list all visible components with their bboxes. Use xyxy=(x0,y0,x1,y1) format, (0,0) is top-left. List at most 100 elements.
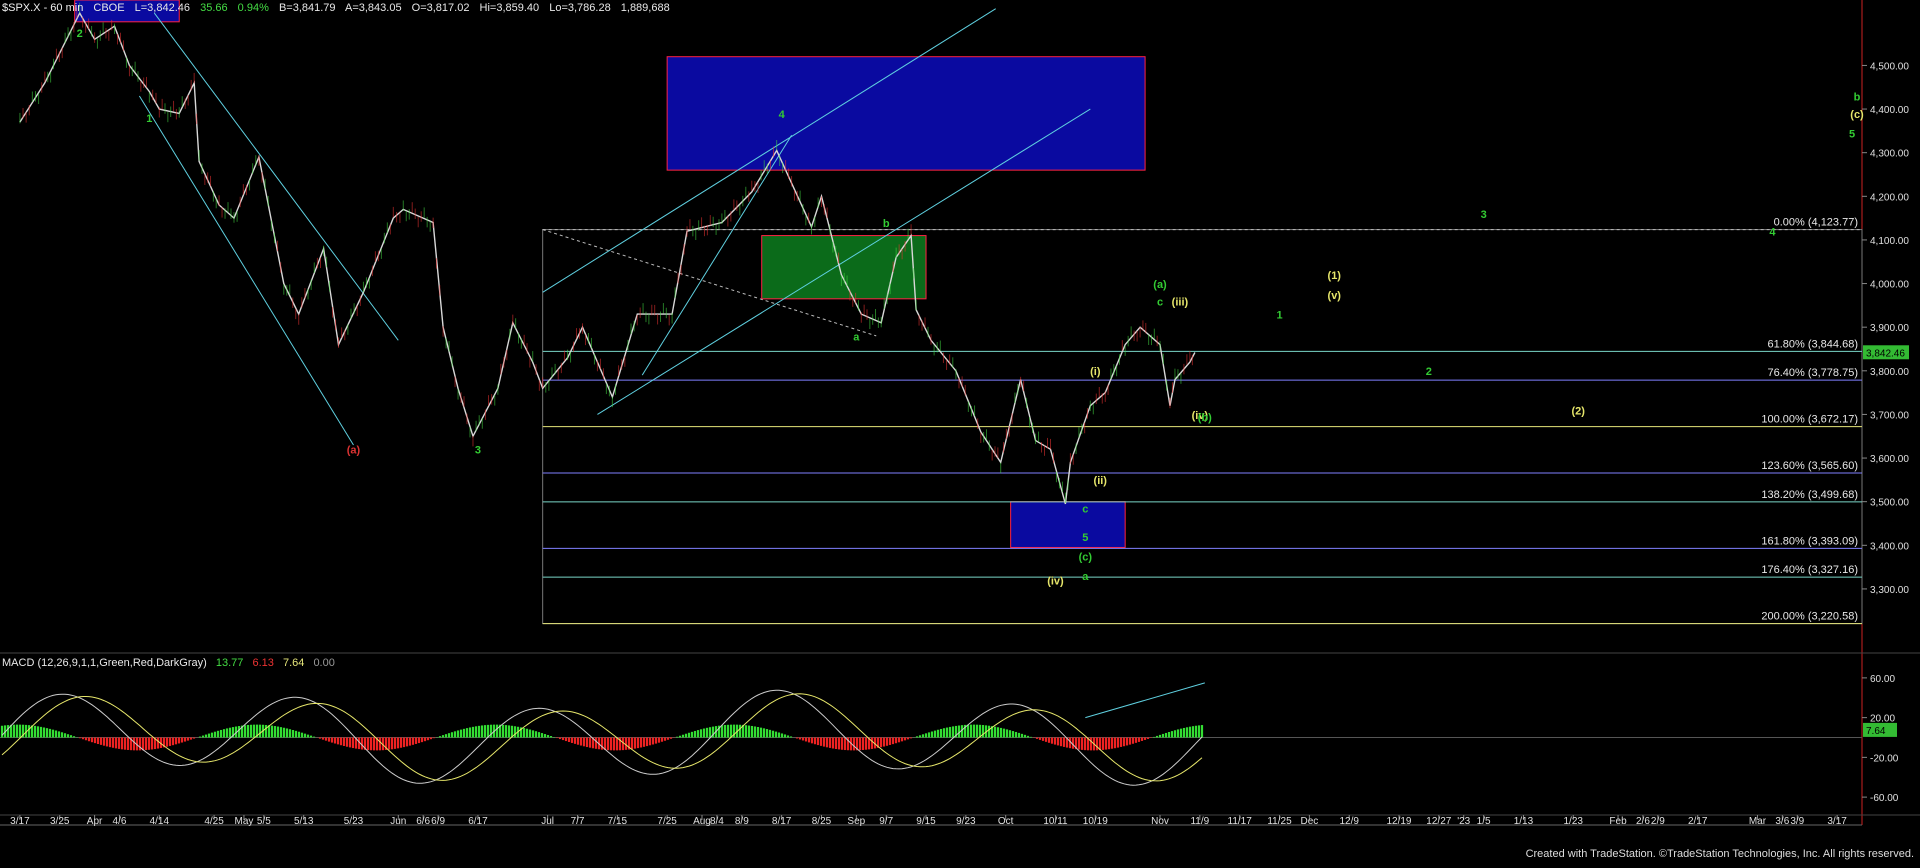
x-tick-label: Sep xyxy=(847,816,865,827)
volume-label: 1,889,688 xyxy=(620,2,670,14)
x-tick-label: 2/17 xyxy=(1688,816,1708,827)
wave-label: b xyxy=(883,218,890,230)
bid-label: B=3,841.79 xyxy=(278,2,336,14)
ask-label: A=3,843.05 xyxy=(344,2,402,14)
x-tick-label: 11/17 xyxy=(1228,816,1253,827)
wave-label: 1 xyxy=(1276,309,1282,321)
last-price-label: L=3,842.46 xyxy=(134,2,191,14)
wave-label: (ii) xyxy=(1094,475,1108,487)
x-tick-label: May xyxy=(234,816,253,827)
low-label: Lo=3,786.28 xyxy=(549,2,611,14)
y-tick-label: 3,500.00 xyxy=(1870,498,1909,509)
macd-value-3: 7.64 xyxy=(282,657,305,669)
fib-label: 0.00% (4,123.77) xyxy=(1774,217,1858,229)
wave-label: c xyxy=(1157,296,1163,308)
y-tick-label: 4,400.00 xyxy=(1870,105,1909,116)
macd-value-1: 13.77 xyxy=(215,657,244,669)
change-pct-label: 0.94% xyxy=(237,2,269,14)
x-tick-label: 8/17 xyxy=(772,816,792,827)
x-tick-label: 11/9 xyxy=(1190,816,1209,827)
x-tick-label: 7/25 xyxy=(657,816,677,827)
x-tick-label: 3/6 xyxy=(1775,816,1789,827)
wave-label: (iv) xyxy=(1047,576,1064,588)
price-chart[interactable]: 0.00% (4,123.77) 61.80% (3,844.68) 76.40% … xyxy=(0,0,1920,863)
x-tick-label: Jul xyxy=(541,816,554,827)
fib-label: 100.00% (3,672.17) xyxy=(1761,414,1858,426)
macd-value-4: 0.00 xyxy=(313,657,335,669)
x-tick-label: 3/17 xyxy=(10,816,30,827)
y-tick-label: 3,600.00 xyxy=(1870,454,1909,465)
macd-y-tick-label: -20.00 xyxy=(1870,753,1899,764)
wave-label: 3 xyxy=(1481,209,1487,221)
x-tick-label: 10/19 xyxy=(1083,816,1108,827)
x-tick-label: 8/25 xyxy=(812,816,832,827)
fib-label: 161.80% (3,393.09) xyxy=(1761,535,1858,547)
wave-label: (c) xyxy=(1079,552,1093,564)
y-tick-label: 4,300.00 xyxy=(1870,149,1909,160)
wave-label: 3 xyxy=(475,445,481,457)
y-tick-label: 3,300.00 xyxy=(1870,585,1909,596)
x-tick-label: 4/14 xyxy=(150,816,170,827)
x-tick-label: 11/25 xyxy=(1267,816,1292,827)
fib-label: 76.40% (3,778.75) xyxy=(1767,367,1858,379)
wave-label: 5 xyxy=(1849,128,1855,140)
x-tick-label: 3/25 xyxy=(50,816,70,827)
x-tick-label: 1/23 xyxy=(1564,816,1584,827)
x-tick-label: Aug xyxy=(693,816,711,827)
wave-label: (i) xyxy=(1090,366,1101,378)
high-label: Hi=3,859.40 xyxy=(479,2,540,14)
wave-label: (iii) xyxy=(1172,296,1189,308)
wave-label: 2 xyxy=(77,28,83,40)
x-tick-label: Dec xyxy=(1300,816,1318,827)
x-tick-label: 2/9 xyxy=(1651,816,1665,827)
x-tick-label: 12/27 xyxy=(1426,816,1451,827)
macd-y-tick-label: 60.00 xyxy=(1870,674,1895,685)
y-tick-label: 3,800.00 xyxy=(1870,367,1909,378)
lower-target-box xyxy=(1010,501,1126,548)
fib-label: 138.20% (3,499.68) xyxy=(1761,489,1858,501)
x-tick-label: 5/13 xyxy=(294,816,314,827)
x-tick-label: 3/17 xyxy=(1827,816,1847,827)
symbol-label[interactable]: $SPX.X - 60 min xyxy=(2,2,83,14)
x-tick-label: 3/9 xyxy=(1790,816,1804,827)
chart-root: 0.00% (4,123.77) 61.80% (3,844.68) 76.40% … xyxy=(0,0,1920,863)
x-tick-label: 6/6 xyxy=(416,816,430,827)
y-tick-label: 4,200.00 xyxy=(1870,192,1909,203)
y-tick-label: 3,400.00 xyxy=(1870,541,1909,552)
x-tick-label: '23 xyxy=(1457,816,1470,827)
wave-label: (1) xyxy=(1328,270,1342,282)
x-tick-label: 8/9 xyxy=(735,816,749,827)
wave-label: c xyxy=(1082,504,1088,516)
change-label: 35.66 xyxy=(200,2,228,14)
x-tick-label: Nov xyxy=(1151,816,1169,827)
x-tick-label: 4/25 xyxy=(204,816,224,827)
y-tick-label: 4,000.00 xyxy=(1870,280,1909,291)
x-tick-label: 4/6 xyxy=(113,816,127,827)
wave-label: a xyxy=(853,331,860,343)
macd-value-2: 6.13 xyxy=(252,657,274,669)
fib-label: 176.40% (3,327.16) xyxy=(1761,564,1858,576)
last-price-tag-label: 3,842.46 xyxy=(1866,348,1905,359)
exchange-label: CBOE xyxy=(93,2,125,14)
x-tick-label: Oct xyxy=(998,816,1014,827)
x-tick-label: Jun xyxy=(390,816,406,827)
x-tick-label: 8/4 xyxy=(710,816,724,827)
green-support-box xyxy=(761,235,927,300)
x-tick-label: 6/9 xyxy=(431,816,445,827)
wave-label: (a) xyxy=(347,445,361,457)
macd-label[interactable]: MACD (12,26,9,1,1,Green,Red,DarkGray) xyxy=(2,657,207,669)
wave-label: 2 xyxy=(1426,366,1432,378)
open-label: O=3,817.02 xyxy=(411,2,470,14)
fib-label: 123.60% (3,565.60) xyxy=(1761,460,1858,472)
macd-last-tag-label: 7.64 xyxy=(1866,726,1886,737)
y-tick-label: 3,700.00 xyxy=(1870,410,1909,421)
x-tick-label: 2/6 xyxy=(1636,816,1650,827)
x-tick-label: 9/23 xyxy=(956,816,976,827)
wave-label: a xyxy=(1082,571,1089,583)
wave-label: (b) xyxy=(1198,412,1212,424)
x-tick-label: 5/23 xyxy=(344,816,364,827)
y-tick-label: 4,100.00 xyxy=(1870,236,1909,247)
x-tick-label: Feb xyxy=(1609,816,1627,827)
symbol-header: $SPX.X - 60 min CBOE L=3,842.46 35.66 0.… xyxy=(2,2,677,16)
x-tick-label: 9/15 xyxy=(916,816,936,827)
